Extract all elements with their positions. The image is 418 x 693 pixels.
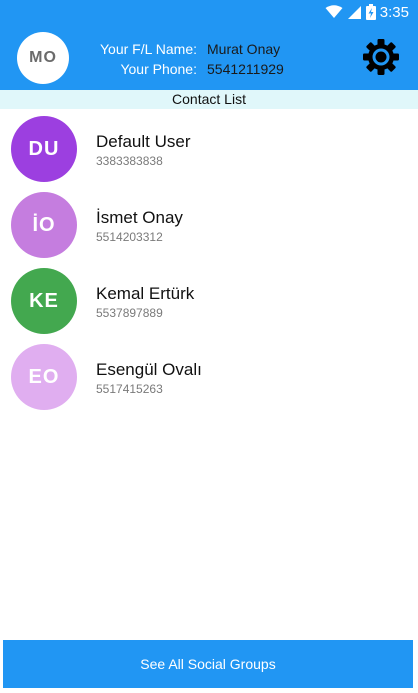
phone-label: Your Phone: bbox=[120, 61, 197, 77]
contact-name: Default User bbox=[96, 132, 191, 151]
contact-list-title: Contact List bbox=[0, 90, 418, 109]
contact-name: İsmet Onay bbox=[96, 208, 183, 227]
contact-item-2[interactable]: KE Kemal Ertürk 5537897889 bbox=[0, 266, 418, 342]
contact-name: Esengül Ovalı bbox=[96, 360, 202, 379]
contact-name: Kemal Ertürk bbox=[96, 284, 195, 303]
name-label: Your F/L Name: bbox=[99, 41, 197, 57]
signal-icon bbox=[347, 5, 361, 19]
contact-phone: 5517415263 bbox=[96, 382, 163, 396]
contact-avatar: EO bbox=[11, 344, 77, 410]
phone-value: 5541211929 bbox=[207, 61, 284, 77]
contact-phone: 3383383838 bbox=[96, 154, 163, 168]
settings-button[interactable] bbox=[361, 37, 401, 77]
contact-avatar: İO bbox=[11, 192, 77, 258]
status-bar: 3:35 bbox=[0, 0, 418, 24]
contact-avatar: DU bbox=[11, 116, 77, 182]
contact-phone: 5514203312 bbox=[96, 230, 163, 244]
contact-avatar: KE bbox=[11, 268, 77, 334]
see-all-social-groups-button[interactable]: See All Social Groups bbox=[3, 640, 413, 688]
name-value: Murat Onay bbox=[207, 41, 281, 57]
profile-labels: Your F/L Name: Your Phone: bbox=[100, 39, 197, 79]
contact-list: DU Default User 3383383838 İO İsmet Onay… bbox=[0, 114, 418, 418]
battery-charging-icon bbox=[365, 4, 376, 20]
contact-item-1[interactable]: İO İsmet Onay 5514203312 bbox=[0, 190, 418, 266]
status-time: 3:35 bbox=[379, 3, 409, 21]
user-avatar[interactable]: MO bbox=[17, 32, 69, 84]
contact-item-3[interactable]: EO Esengül Ovalı 5517415263 bbox=[0, 342, 418, 418]
profile-header: MO Your F/L Name: Your Phone: Murat Onay… bbox=[0, 24, 418, 90]
wifi-icon bbox=[325, 5, 343, 18]
contacts-screen: 3:35 MO Your F/L Name: Your Phone: Murat… bbox=[0, 0, 418, 693]
contact-item-0[interactable]: DU Default User 3383383838 bbox=[0, 114, 418, 190]
contact-phone: 5537897889 bbox=[96, 306, 163, 320]
gear-icon bbox=[363, 39, 399, 75]
status-icons bbox=[325, 4, 376, 20]
profile-values: Murat Onay 5541211929 bbox=[207, 39, 284, 79]
